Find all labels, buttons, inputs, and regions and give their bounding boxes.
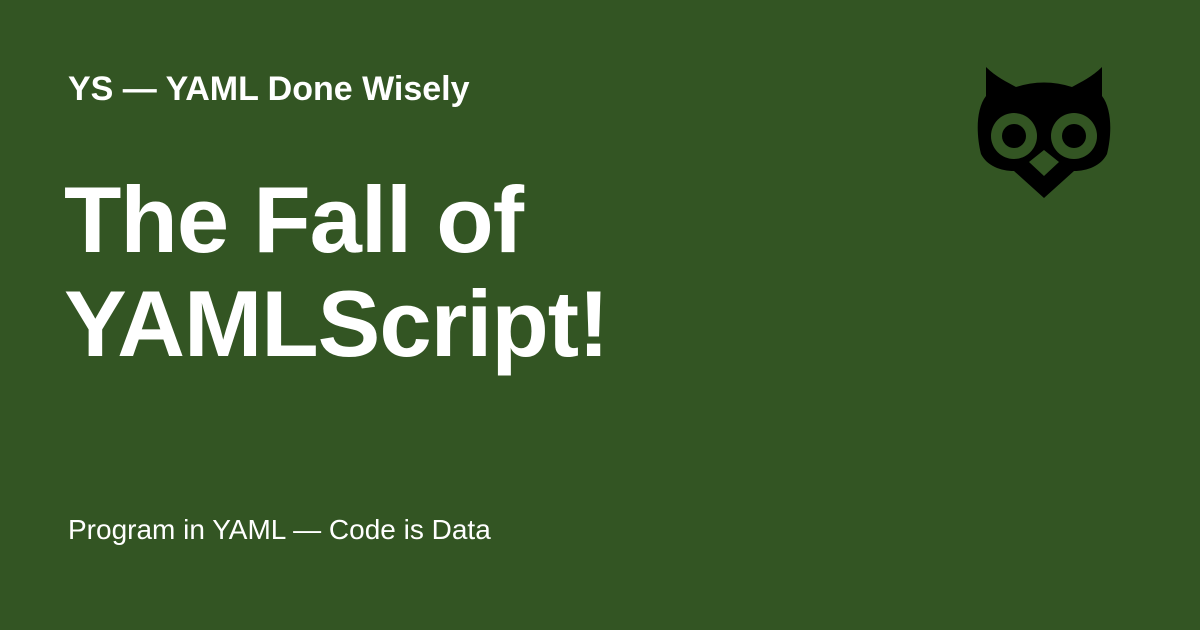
page-title: The Fall of YAMLScript!	[64, 168, 784, 376]
page-title-line-1: The Fall of	[64, 167, 524, 272]
site-title: YS — YAML Done Wisely	[68, 70, 470, 108]
social-card: YS — YAML Done Wisely The Fall of YAMLSc…	[0, 0, 1200, 630]
tagline: Program in YAML — Code is Data	[68, 514, 491, 545]
page-title-line-2: YAMLScript!	[64, 271, 609, 376]
owl-icon	[976, 64, 1112, 200]
